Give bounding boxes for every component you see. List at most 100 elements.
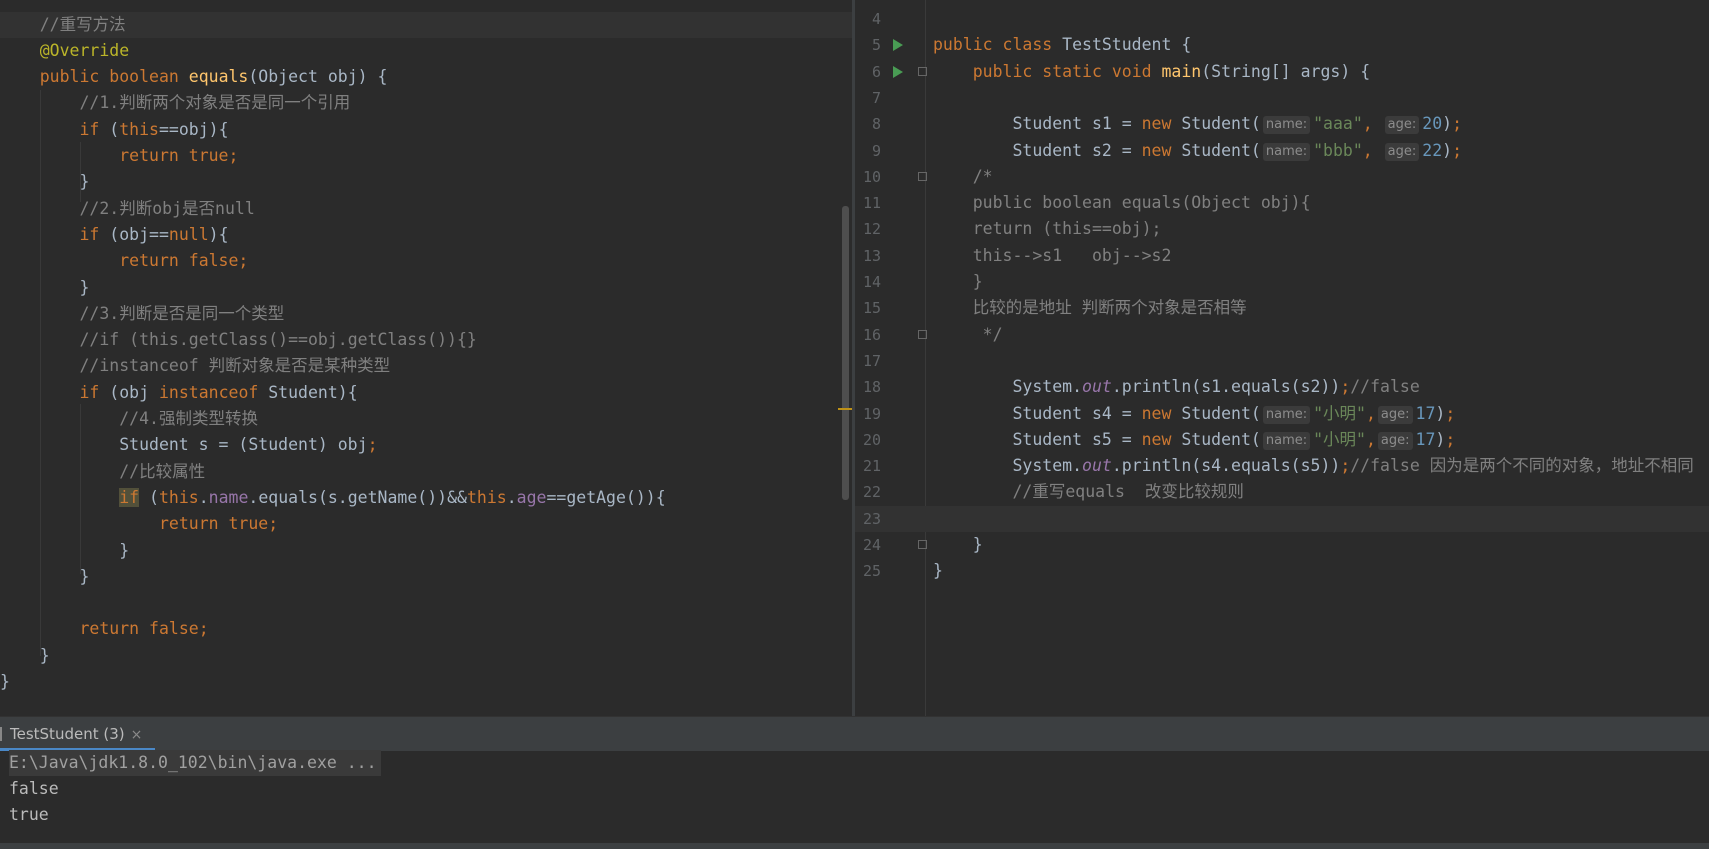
code-line[interactable]: 21 System.out.println(s4.equals(s5));//f… [855, 453, 1709, 479]
code-line[interactable]: 16 */ [855, 322, 1709, 348]
fold-icon[interactable] [918, 171, 927, 181]
fold-icon[interactable] [918, 329, 927, 339]
line-number[interactable]: 20 [855, 427, 881, 453]
code-line[interactable]: 13 this-->s1 obj-->s2 [855, 243, 1709, 269]
code-token: public class [933, 35, 1063, 55]
code-line[interactable]: } [0, 275, 852, 301]
code-text: if (this.name.equals(s.getName())&&this.… [0, 485, 666, 511]
code-token: } [0, 540, 130, 560]
line-number[interactable]: 9 [855, 138, 881, 164]
code-line[interactable]: 8 Student s1 = new Student(name: "aaa", a… [855, 111, 1709, 137]
line-number[interactable]: 22 [855, 479, 881, 505]
code-line[interactable]: 6 public static void main(String[] args)… [855, 59, 1709, 85]
run-tool-window[interactable]: TestStudent (3) × E:\Java\jdk1.8.0_102\bi… [0, 716, 1709, 849]
code-text: public boolean equals(Object obj) { [0, 64, 388, 90]
editor-pane-teststudent[interactable]: 4 5 public class TestStudent {6 public sta… [855, 0, 1709, 716]
line-number[interactable]: 8 [855, 111, 881, 137]
code-line[interactable]: 12 return (this==obj); [855, 216, 1709, 242]
code-line[interactable]: return true; [0, 511, 852, 537]
run-gutter-icon[interactable] [893, 65, 903, 78]
code-token: if [79, 119, 110, 139]
line-number[interactable]: 6 [855, 59, 881, 85]
line-number[interactable]: 11 [855, 190, 881, 216]
editor-pane-student[interactable]: //重写方法 @Override public boolean equals(O… [0, 0, 852, 716]
run-gutter-icon[interactable] [893, 39, 903, 52]
code-line[interactable]: 14 } [855, 269, 1709, 295]
fold-icon[interactable] [918, 540, 927, 549]
code-token: } [0, 645, 50, 665]
code-line[interactable]: 9 Student s2 = new Student(name: "bbb", a… [855, 138, 1709, 164]
code-token: this [158, 487, 199, 507]
warning-marker[interactable] [838, 408, 852, 410]
code-token: main [1161, 61, 1202, 81]
code-line[interactable]: //3.判断是否是同一个类型 [0, 301, 852, 327]
code-line[interactable]: Student s = (Student) obj; [0, 432, 852, 458]
fold-icon[interactable] [918, 66, 927, 76]
line-number[interactable]: 13 [855, 243, 881, 269]
code-line[interactable]: //if (this.getClass()==obj.getClass()){} [0, 327, 852, 353]
code-line[interactable]: //4.强制类型转换 [0, 406, 852, 432]
code-line[interactable]: 7 [855, 85, 1709, 111]
code-line[interactable]: } [0, 669, 852, 695]
code-line[interactable]: return true; [0, 143, 852, 169]
code-line[interactable]: if (obj instanceof Student){ [0, 380, 852, 406]
code-token: age [516, 487, 547, 507]
tab-teststudent[interactable]: TestStudent (3) × [0, 717, 150, 751]
code-line[interactable]: 15 比较的是地址 判断两个对象是否相等 [855, 295, 1709, 321]
parameter-hint: name: [1262, 405, 1311, 424]
line-number[interactable]: 18 [855, 374, 881, 400]
line-number[interactable]: 24 [855, 532, 881, 558]
code-line[interactable]: //instanceof 判断对象是否是某种类型 [0, 353, 852, 379]
code-line[interactable]: 23 [855, 505, 1709, 532]
code-line[interactable] [0, 590, 852, 616]
code-line[interactable]: if (this.name.equals(s.getName())&&this.… [0, 485, 852, 511]
code-line[interactable]: } [0, 643, 852, 669]
code-line[interactable]: @Override [0, 38, 852, 64]
code-line[interactable]: 19 Student s4 = new Student(name: "小明", ag… [855, 401, 1709, 427]
line-number[interactable]: 23 [855, 506, 881, 532]
line-number[interactable]: 15 [855, 295, 881, 321]
close-icon[interactable]: × [131, 727, 143, 743]
code-token: equals [188, 67, 249, 87]
line-number[interactable]: 12 [855, 216, 881, 242]
code-line[interactable]: 18 System.out.println(s1.equals(s2));//f… [855, 374, 1709, 400]
code-line[interactable]: if (obj==null){ [0, 222, 852, 248]
line-number[interactable]: 16 [855, 322, 881, 348]
line-number[interactable]: 19 [855, 401, 881, 427]
code-token: ( [109, 119, 120, 139]
line-number[interactable]: 21 [855, 453, 881, 479]
line-number[interactable]: 25 [855, 558, 881, 584]
code-line[interactable]: } [0, 169, 852, 195]
code-line[interactable]: 4 [855, 6, 1709, 32]
line-number[interactable]: 14 [855, 269, 881, 295]
code-line[interactable]: 25} [855, 558, 1709, 584]
code-line[interactable]: return false; [0, 616, 852, 642]
code-line[interactable]: if (this==obj){ [0, 117, 852, 143]
code-line[interactable]: public boolean equals(Object obj) { [0, 64, 852, 90]
line-number[interactable]: 7 [855, 85, 881, 111]
code-line[interactable]: //比较属性 [0, 459, 852, 485]
line-number[interactable]: 10 [855, 164, 881, 190]
line-number[interactable]: 4 [855, 6, 881, 32]
code-line[interactable]: 20 Student s5 = new Student(name: "小明", ag… [855, 427, 1709, 453]
code-line[interactable]: //重写方法 [0, 11, 852, 38]
code-line[interactable]: 17 [855, 348, 1709, 374]
line-number[interactable]: 17 [855, 348, 881, 374]
code-line[interactable]: //2.判断obj是否null [0, 196, 852, 222]
code-line[interactable]: 24 } [855, 532, 1709, 558]
code-line[interactable]: 22 //重写equals 改变比较规则 [855, 479, 1709, 505]
code-token: } [972, 272, 983, 291]
code-token: if [119, 487, 140, 507]
code-line[interactable]: 10 /* [855, 164, 1709, 190]
code-line[interactable]: //1.判断两个对象是否是同一个引用 [0, 90, 852, 116]
console-command-line[interactable]: E:\Java\jdk1.8.0_102\bin\java.exe ... [9, 750, 381, 776]
vertical-scrollbar[interactable] [842, 206, 849, 500]
code-line[interactable]: 5 public class TestStudent { [855, 32, 1709, 58]
code-line[interactable]: 11 public boolean equals(Object obj){ [855, 190, 1709, 216]
line-number[interactable]: 5 [855, 32, 881, 58]
code-token: public boolean [39, 67, 189, 87]
code-line[interactable]: } [0, 538, 852, 564]
code-line[interactable]: return false; [0, 248, 852, 274]
code-line[interactable]: } [0, 564, 852, 590]
